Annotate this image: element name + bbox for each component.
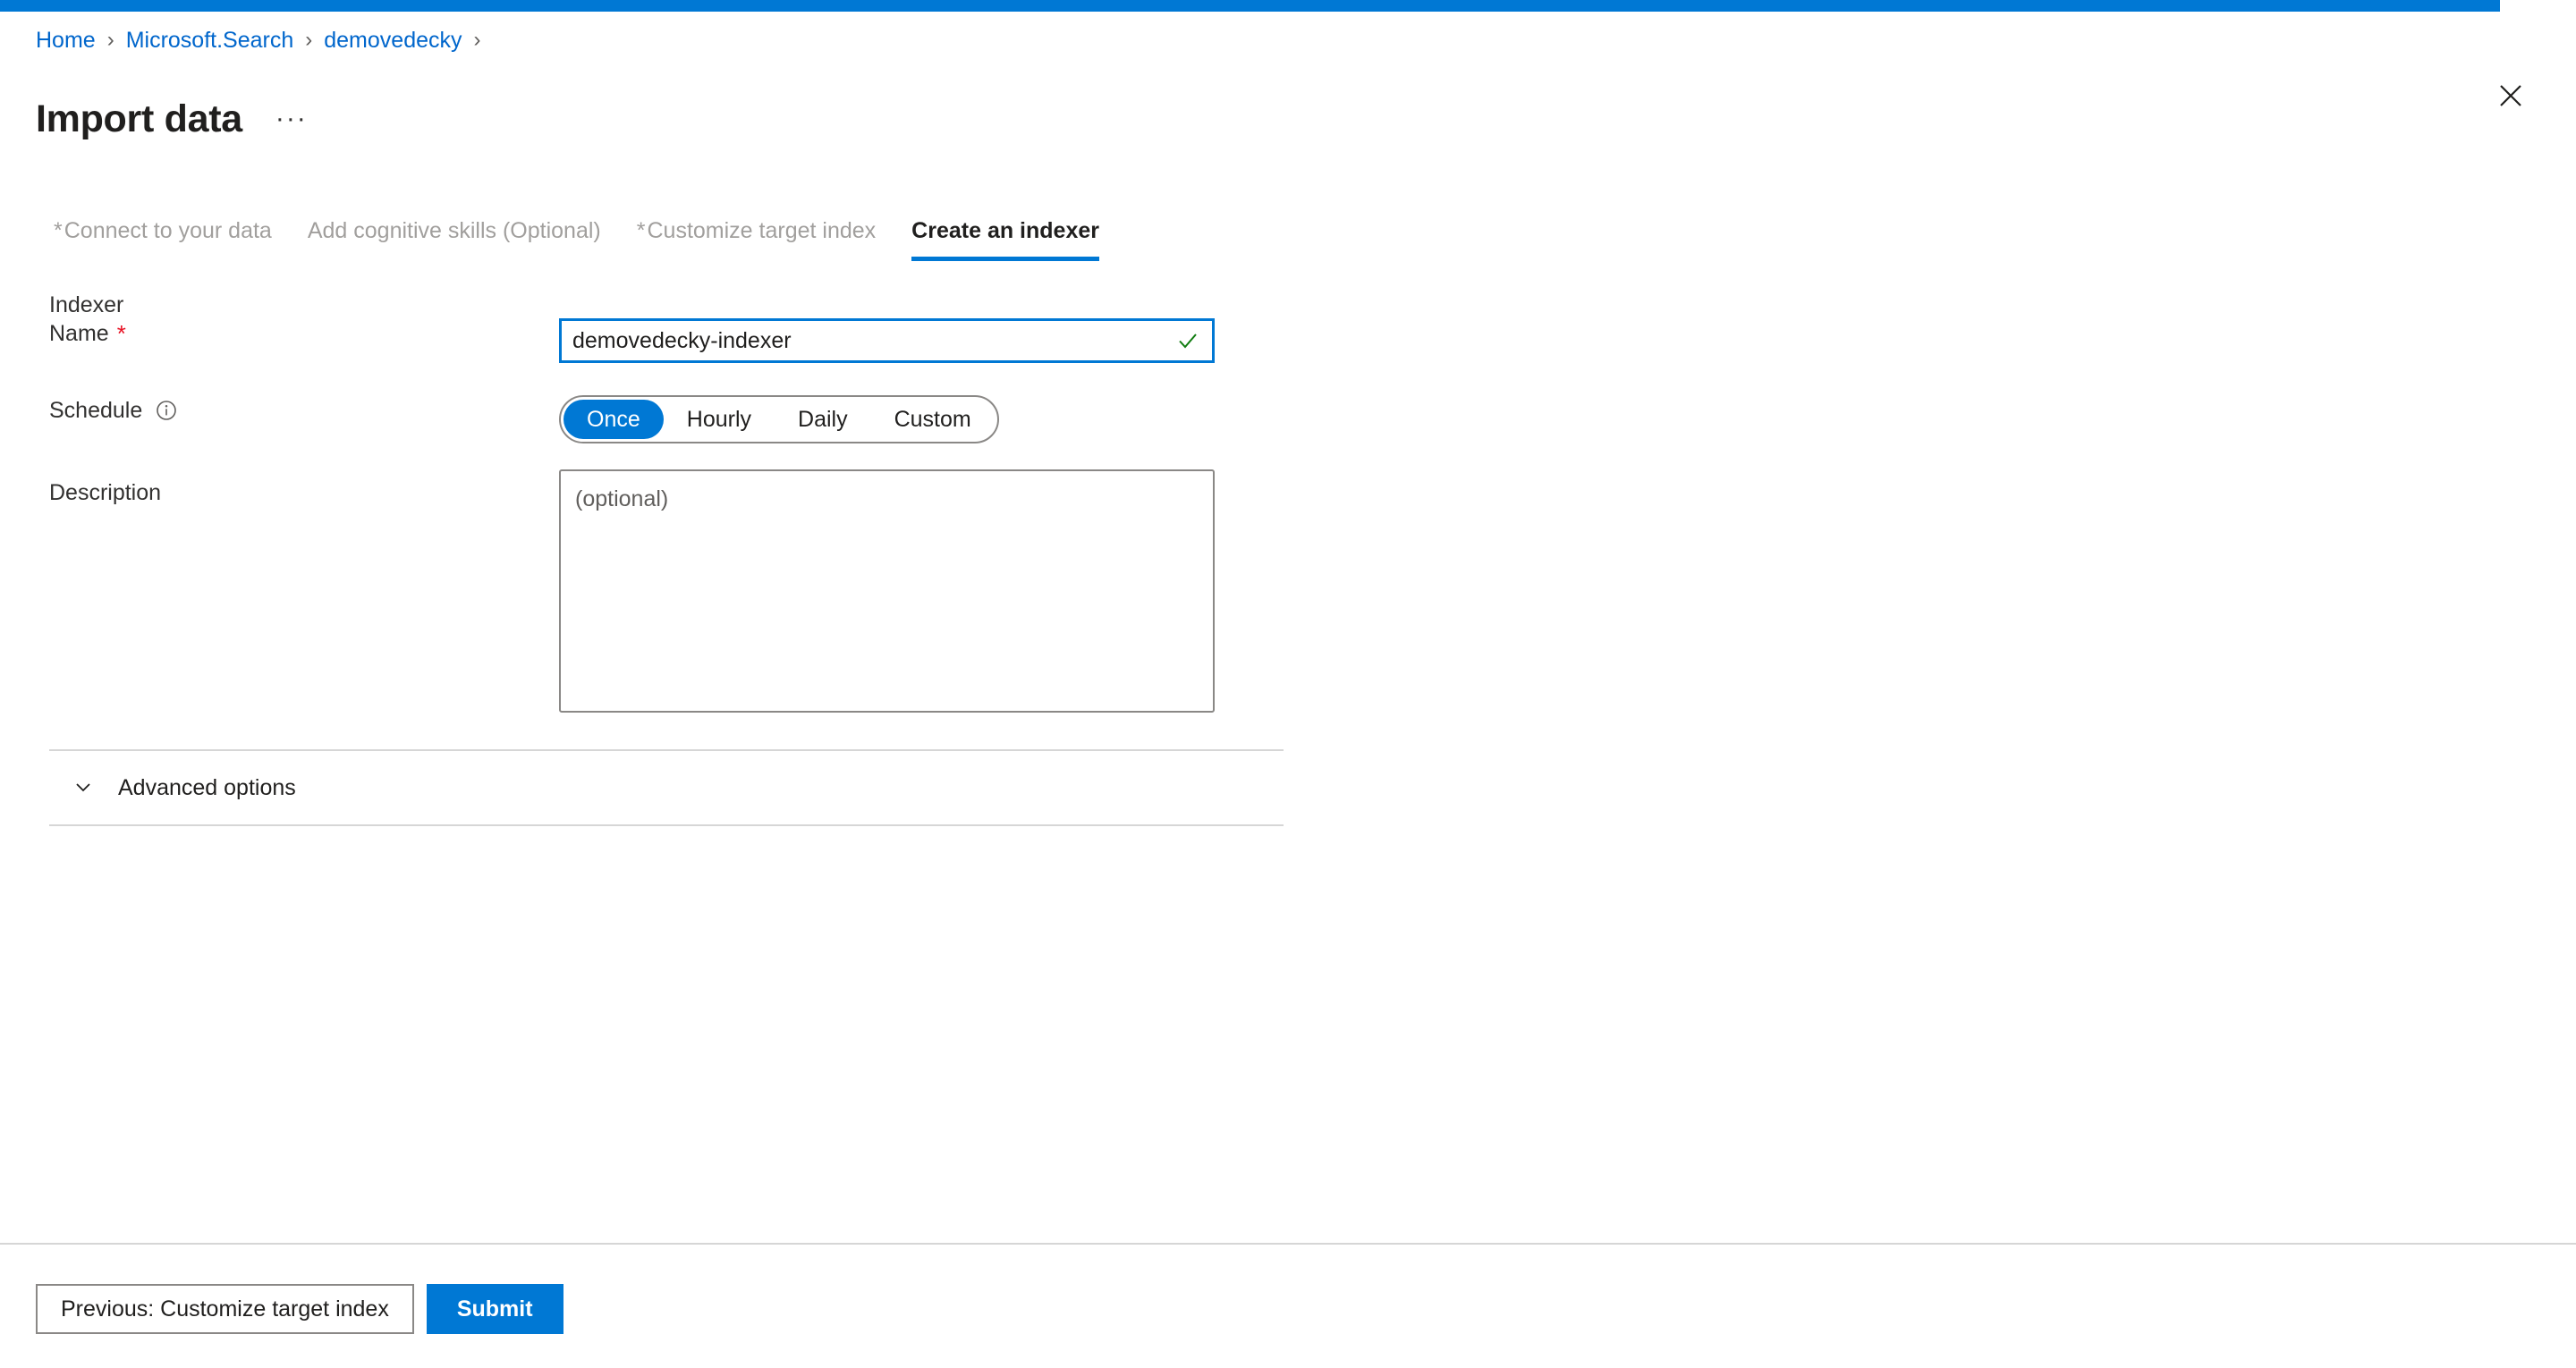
top-accent-bar: [0, 0, 2500, 12]
tab-label: Connect to your data: [64, 218, 272, 243]
schedule-option-daily[interactable]: Daily: [775, 400, 871, 439]
schedule-option-custom[interactable]: Custom: [871, 400, 995, 439]
description-label: Description: [49, 477, 161, 508]
breadcrumb-item-demovedecky[interactable]: demovedecky: [324, 25, 462, 55]
schedule-label-group: Schedule: [49, 395, 178, 426]
previous-button[interactable]: Previous: Customize target index: [36, 1284, 414, 1334]
close-icon[interactable]: [2490, 75, 2531, 116]
tab-create-an-indexer[interactable]: Create an indexer: [894, 216, 1117, 261]
field-row-schedule: Schedule Once Hourly Daily Custom: [0, 395, 1297, 451]
tab-label: Add cognitive skills (Optional): [308, 218, 601, 243]
field-row-name: Name *: [0, 318, 1297, 372]
schedule-option-once[interactable]: Once: [564, 400, 664, 439]
advanced-options-toggle[interactable]: Advanced options: [49, 751, 301, 824]
breadcrumb-item-microsoft-search[interactable]: Microsoft.Search: [126, 25, 294, 55]
info-icon[interactable]: [155, 399, 178, 422]
breadcrumb-separator-icon: ›: [107, 25, 114, 55]
footer-actions: Previous: Customize target index Submit: [36, 1284, 564, 1334]
wizard-tabs: *Connect to your data Add cognitive skil…: [36, 216, 1117, 261]
title-row: Import data ···: [36, 70, 310, 168]
breadcrumb-separator-icon: ›: [305, 25, 312, 55]
tab-add-cognitive-skills[interactable]: Add cognitive skills (Optional): [290, 216, 619, 261]
tab-required-marker: *: [54, 218, 63, 243]
tab-connect-to-your-data[interactable]: *Connect to your data: [36, 216, 290, 261]
tab-label: Create an indexer: [911, 218, 1099, 243]
footer-divider: [0, 1243, 2576, 1245]
tab-customize-target-index[interactable]: *Customize target index: [619, 216, 894, 261]
tab-required-marker: *: [637, 218, 646, 243]
chevron-down-icon: [72, 775, 95, 801]
schedule-label: Schedule: [49, 395, 142, 426]
required-asterisk: *: [117, 322, 126, 345]
description-input-wrapper[interactable]: [559, 469, 1215, 713]
page-title: Import data: [36, 96, 242, 142]
section-title-indexer: Indexer: [49, 291, 123, 319]
name-label: Name: [49, 318, 109, 349]
breadcrumb-item-home[interactable]: Home: [36, 25, 96, 55]
field-row-description: Description: [0, 469, 1297, 715]
name-label-group: Name *: [49, 318, 126, 349]
schedule-toggle-group: Once Hourly Daily Custom: [559, 395, 999, 443]
ellipsis-icon[interactable]: ···: [273, 100, 310, 138]
name-input[interactable]: [572, 328, 1176, 354]
tab-label: Customize target index: [647, 218, 876, 243]
schedule-option-hourly[interactable]: Hourly: [664, 400, 775, 439]
breadcrumb: Home › Microsoft.Search › demovedecky ›: [36, 25, 493, 55]
ellipsis-glyph: ···: [275, 116, 308, 122]
advanced-options-label: Advanced options: [118, 773, 296, 802]
name-input-wrapper[interactable]: [559, 318, 1215, 363]
import-data-blade: Home › Microsoft.Search › demovedecky › …: [0, 0, 2576, 1368]
description-textarea[interactable]: [575, 484, 1199, 698]
submit-button[interactable]: Submit: [427, 1284, 564, 1334]
breadcrumb-separator-icon: ›: [474, 25, 481, 55]
advanced-options-section: Advanced options: [49, 749, 1284, 826]
checkmark-icon: [1176, 329, 1199, 352]
